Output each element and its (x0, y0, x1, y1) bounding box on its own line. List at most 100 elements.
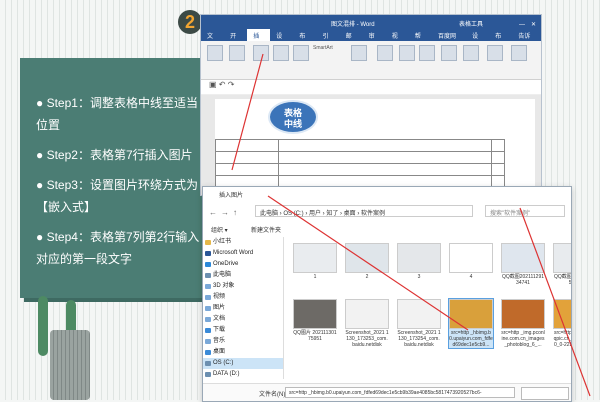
nav-item[interactable]: 下载 (203, 325, 283, 336)
folder-icon (205, 262, 211, 267)
nav-item-label: 3D 对象 (213, 283, 235, 289)
new-folder-button[interactable]: 新建文件夹 (251, 225, 281, 234)
folder-icon (205, 372, 211, 377)
file-thumbnail[interactable]: Screenshot_2021 1130_173254_com.baidu.ne… (397, 299, 441, 348)
tab-review[interactable]: 审阅 (363, 29, 386, 49)
file-type-select[interactable] (521, 387, 569, 400)
nav-item[interactable]: OneDrive (203, 259, 283, 270)
file-thumbnail[interactable]: QQ截图20211129134741 (501, 243, 545, 286)
file-name-label: src=http _img.pconline.com.cn_images_pho… (501, 330, 545, 348)
file-thumbnail[interactable]: 3 (397, 243, 441, 280)
file-thumbnail[interactable]: src=http _hbimg.b0.upaiyun.com_fdfed69de… (448, 298, 494, 349)
file-name-label: Screenshot_2021 1130_173253_com.baidu.ne… (345, 330, 389, 348)
nav-item[interactable]: 文档 (203, 314, 283, 325)
file-name-label: QQ图片 20211130175951 (293, 330, 337, 342)
addins-icon[interactable] (351, 45, 367, 61)
thumbnail-image (449, 243, 493, 273)
shapes-icon[interactable] (293, 45, 309, 61)
link-icon[interactable] (399, 45, 415, 61)
file-thumbnail[interactable]: 1 (293, 243, 337, 280)
tab-baidu-netdisk[interactable]: 百度网盘 (432, 29, 466, 49)
folder-icon (205, 284, 211, 289)
pages-icon[interactable] (207, 45, 223, 61)
table-icon[interactable] (229, 45, 245, 61)
thumbnail-image (449, 299, 493, 329)
tab-table-design[interactable]: 设计 (466, 29, 489, 49)
thumbnail-image (397, 299, 441, 329)
file-thumbnail[interactable]: src=http _qqpublic.qpic.cn_qq_public_0_0… (553, 299, 571, 348)
tab-view[interactable]: 视图 (386, 29, 409, 49)
organize-button[interactable]: 组织 ▾ (211, 225, 228, 234)
comment-icon[interactable] (419, 45, 435, 61)
nav-item-label: 此电脑 (213, 272, 232, 278)
nav-item[interactable]: DATA (D:) (203, 369, 283, 380)
nav-item-label: 音乐 (213, 338, 226, 344)
redo-icon[interactable]: ↷ (228, 80, 235, 89)
tab-insert[interactable]: 插入 (247, 29, 271, 49)
word-title: 图文混排 - Word (331, 22, 375, 28)
folder-icon (205, 317, 211, 322)
online-video-icon[interactable] (377, 45, 393, 61)
window-controls[interactable]: — ✕ (519, 19, 536, 28)
table-tools-title: 表格工具 (459, 22, 484, 28)
picture-icon[interactable] (253, 45, 269, 61)
file-thumbnail[interactable]: QQ图片 20211130175951 (293, 299, 337, 342)
undo-icon[interactable]: ↶ (219, 80, 226, 89)
file-thumbnail[interactable]: Screenshot_2021 1130_173253_com.baidu.ne… (345, 299, 389, 348)
tab-table-layout[interactable]: 布局 (489, 29, 512, 49)
tab-references[interactable]: 引用 (316, 29, 339, 49)
header-icon[interactable] (441, 45, 457, 61)
tab-help[interactable]: 帮助 (409, 29, 432, 49)
nav-item[interactable]: 图片 (203, 303, 283, 314)
nav-item[interactable]: 音乐 (203, 336, 283, 347)
nav-item[interactable]: 小红书 (203, 237, 283, 248)
file-thumbnail[interactable]: src=http _img.pconline.com.cn_images_pho… (501, 299, 545, 348)
tab-layout[interactable]: 布局 (293, 29, 316, 49)
folder-icon (205, 273, 211, 278)
nav-item-label: 文档 (213, 316, 226, 322)
nav-item[interactable]: 3D 对象 (203, 281, 283, 292)
thumbnail-image (293, 299, 337, 329)
tab-design[interactable]: 设计 (270, 29, 293, 49)
command-bar: 组织 ▾ 新建文件夹 (203, 223, 571, 235)
file-thumbnail[interactable]: 2 (345, 243, 389, 280)
folder-icon (205, 350, 211, 355)
up-icon[interactable]: ↑ (233, 208, 237, 217)
file-name-label: 2 (365, 274, 369, 280)
navigation-pane: 小红书 Microsoft Word OneDrive 此电脑 3D 对象视频 图片文档下… (203, 237, 284, 379)
smartart-button[interactable]: SmartArt (313, 45, 333, 51)
nav-item-label: 下载 (213, 327, 226, 333)
save-icon[interactable]: ▣ (209, 80, 217, 89)
file-name-label: src=http _hbimg.b0.upaiyun.com_fdfed69de… (449, 330, 493, 348)
file-name-label: 4 (469, 274, 473, 280)
online-picture-icon[interactable] (273, 45, 289, 61)
quick-access-toolbar: ▣ ↶ ↷ (201, 80, 541, 95)
filename-input[interactable]: src=http _hbimg.b0.upaiyun.com_fdfed69de… (285, 387, 515, 398)
tab-home[interactable]: 开始 (224, 29, 247, 49)
nav-item-label: 桌面 (213, 349, 226, 355)
nav-item[interactable]: 视频 (203, 292, 283, 303)
symbol-icon[interactable] (511, 45, 527, 61)
step-number-badge: 2 (178, 10, 202, 34)
file-name-label: QQ截图202111291523 0 (553, 274, 572, 286)
file-thumbnail[interactable]: 4 (449, 243, 493, 280)
forward-icon[interactable]: → (221, 208, 229, 217)
textbox-icon[interactable] (463, 45, 479, 61)
nav-item[interactable]: OS (C:) (203, 358, 283, 369)
nav-item-label: DATA (D:) (213, 371, 240, 377)
folder-search-input[interactable]: 搜索"软件案例" (485, 205, 565, 217)
nav-item[interactable]: 桌面 (203, 347, 283, 358)
equation-icon[interactable] (487, 45, 503, 61)
ribbon-toolbar: SmartArt (201, 41, 541, 80)
tab-file[interactable]: 文件 (201, 29, 224, 49)
nav-item[interactable]: 此电脑 (203, 270, 283, 281)
cactus-decoration (38, 296, 48, 356)
plant-pot-decoration (50, 330, 90, 400)
nav-item[interactable]: Microsoft Word (203, 248, 283, 259)
file-thumbnail[interactable]: QQ截图202111291523 0 (553, 243, 572, 286)
breadcrumb[interactable]: 此电脑 › OS (C:) › 用户 › 知了 › 桌面 › 软件案例 (255, 205, 473, 217)
tab-mailings[interactable]: 邮件 (340, 29, 363, 49)
tab-tell-me[interactable]: 告诉我 (512, 29, 541, 49)
back-icon[interactable]: ← (209, 208, 217, 217)
thumbnail-image (345, 299, 389, 329)
